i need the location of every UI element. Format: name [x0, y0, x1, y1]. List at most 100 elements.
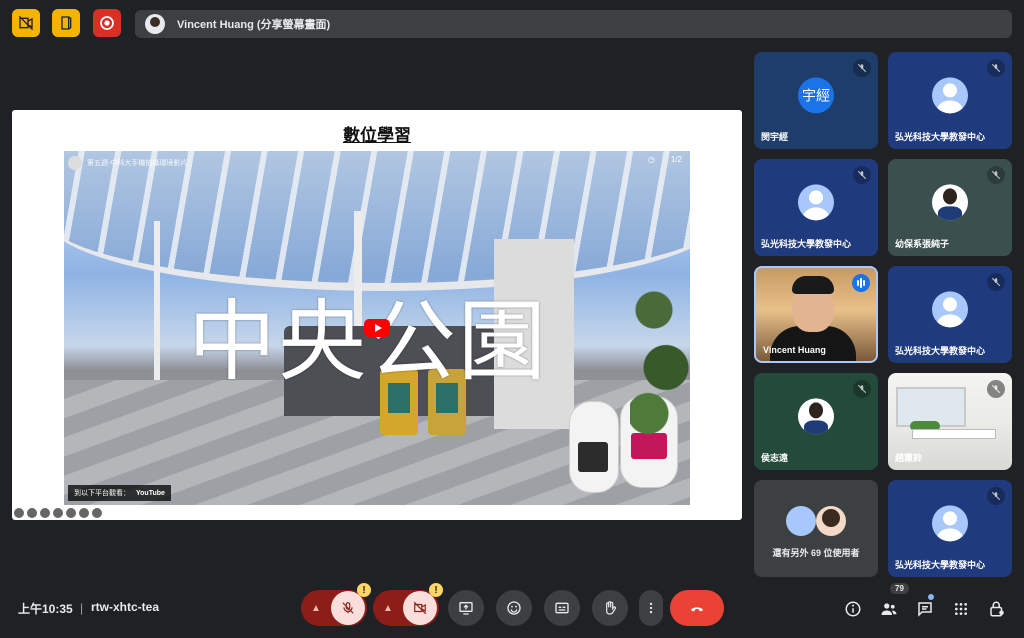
- emoji-icon: [507, 601, 521, 615]
- chat-button[interactable]: [914, 598, 936, 620]
- more-options-button[interactable]: [639, 590, 663, 626]
- watch-on-youtube[interactable]: 到以下平台觀看： YouTube: [68, 485, 171, 501]
- meeting-details-button[interactable]: [842, 598, 864, 620]
- channel-icon[interactable]: [68, 156, 82, 170]
- avatar: [932, 76, 968, 113]
- avatar: [932, 183, 968, 220]
- avatar: [798, 397, 834, 434]
- participant-tile[interactable]: 弘光科技大學教發中心: [888, 266, 1012, 363]
- chevron-up-icon[interactable]: ▲: [301, 603, 331, 614]
- mic-control[interactable]: ▲ !: [301, 583, 371, 626]
- presenter-name: Vincent Huang (分享螢幕畫面): [177, 19, 331, 31]
- record-icon: [100, 16, 114, 30]
- more-icon[interactable]: [79, 508, 89, 518]
- participant-name: 趙蕙鈴: [895, 453, 923, 463]
- reactions-button[interactable]: [496, 590, 532, 626]
- mic-off-icon: [342, 602, 354, 614]
- chat-icon: [918, 602, 932, 617]
- warning-badge: !: [357, 583, 371, 597]
- slide-toolbar: [14, 508, 102, 518]
- info-icon: [845, 601, 861, 617]
- host-controls-lock-button[interactable]: [986, 598, 1008, 620]
- video-pillar: [154, 221, 160, 391]
- back-icon[interactable]: [14, 508, 24, 518]
- shared-screen[interactable]: 數位學習 中央公園 第五週-中科大手機拍攝環境影片 ◷ 1/2 到以下平台觀看：…: [12, 110, 742, 520]
- present-button[interactable]: [448, 590, 484, 626]
- participant-tile-active-speaker[interactable]: Vincent Huang: [754, 266, 878, 363]
- avatar: [786, 506, 816, 536]
- lock-person-icon: [990, 601, 1004, 617]
- participant-tile[interactable]: 弘光科技大學教發中心: [754, 159, 878, 256]
- more-participants-tile[interactable]: 還有另外 69 位使用者: [754, 480, 878, 577]
- embedded-video[interactable]: 中央公園 第五週-中科大手機拍攝環境影片 ◷ 1/2 到以下平台觀看： YouT…: [64, 151, 690, 505]
- mic-off-icon: [987, 59, 1005, 77]
- activities-button[interactable]: [950, 598, 972, 620]
- forward-icon[interactable]: [92, 508, 102, 518]
- hand-icon: [606, 601, 617, 615]
- playlist-counter[interactable]: 1/2: [671, 155, 682, 164]
- participant-tile[interactable]: 幼保系張純子: [888, 159, 1012, 256]
- recording-indicator[interactable]: [93, 9, 121, 37]
- mic-off-icon: [987, 487, 1005, 505]
- camera-control[interactable]: ▲ !: [373, 583, 443, 626]
- participant-name: 弘光科技大學教發中心: [895, 346, 986, 356]
- presenter-avatar: [145, 14, 165, 34]
- separator: |: [80, 601, 84, 615]
- warning-badge: !: [429, 583, 443, 597]
- clock: 上午10:35: [18, 602, 73, 616]
- raise-hand-button[interactable]: [592, 590, 628, 626]
- slide-title: 數位學習: [343, 126, 411, 145]
- slides-icon[interactable]: [53, 508, 63, 518]
- avatar: [932, 504, 968, 541]
- mic-off-icon: [853, 380, 871, 398]
- video-person-hair: [792, 276, 834, 294]
- top-bar: Vincent Huang (分享螢幕畫面): [12, 9, 1012, 39]
- leave-call-button[interactable]: [670, 590, 724, 626]
- room-desk: [912, 429, 996, 439]
- zoom-icon[interactable]: [40, 508, 50, 518]
- mic-off-icon: [987, 380, 1005, 398]
- participant-tile[interactable]: 弘光科技大學教發中心: [888, 480, 1012, 577]
- participant-tile[interactable]: 宇經 閔宇經: [754, 52, 878, 149]
- mic-off-icon: [853, 166, 871, 184]
- video-title[interactable]: 第五週-中科大手機拍攝環境影片: [87, 158, 187, 168]
- captions-icon: [555, 602, 569, 614]
- more-vert-icon: [649, 602, 653, 614]
- youtube-play-button[interactable]: [364, 319, 390, 337]
- mic-off-icon: [987, 273, 1005, 291]
- host-controls-button[interactable]: [52, 9, 80, 37]
- subtitles-icon[interactable]: [66, 508, 76, 518]
- video-tank: [569, 401, 619, 493]
- apps-grid-icon: [955, 603, 967, 615]
- captions-button[interactable]: [544, 590, 580, 626]
- presenter-bar[interactable]: Vincent Huang (分享螢幕畫面): [135, 10, 1012, 38]
- participant-tile[interactable]: 趙蕙鈴: [888, 373, 1012, 470]
- video-header: 第五週-中科大手機拍攝環境影片: [68, 155, 686, 171]
- people-button[interactable]: [878, 598, 900, 620]
- more-participants-label: 還有另外 69 位使用者: [772, 548, 860, 558]
- camera-off-indicator[interactable]: [12, 9, 40, 37]
- participant-tile[interactable]: 侯志遠: [754, 373, 878, 470]
- participant-name: 弘光科技大學教發中心: [895, 132, 986, 142]
- video-header-icons: ◷ 1/2: [648, 155, 682, 164]
- people-icon: [881, 603, 897, 615]
- participant-count-badge: 79: [890, 583, 909, 594]
- speaking-indicator-icon: [852, 274, 870, 292]
- participant-name: Vincent Huang: [763, 345, 826, 355]
- participant-name: 弘光科技大學教發中心: [761, 239, 852, 249]
- participant-tile[interactable]: 弘光科技大學教發中心: [888, 52, 1012, 149]
- chevron-up-icon[interactable]: ▲: [373, 603, 403, 614]
- meeting-code[interactable]: rtw-xhtc-tea: [91, 600, 159, 614]
- participant-name: 弘光科技大學教發中心: [895, 560, 986, 570]
- clock-icon[interactable]: ◷: [648, 155, 655, 164]
- camera-off-icon: [413, 601, 427, 615]
- participant-name: 侯志遠: [761, 453, 789, 463]
- mic-off-icon: [987, 166, 1005, 184]
- camera-toggle-button[interactable]: !: [403, 583, 443, 625]
- avatar: [798, 183, 834, 220]
- avatar: [816, 506, 846, 536]
- watch-on-label: 到以下平台觀看：: [74, 490, 130, 497]
- mic-toggle-button[interactable]: !: [331, 583, 371, 625]
- present-screen-icon: [459, 602, 473, 615]
- pen-icon[interactable]: [27, 508, 37, 518]
